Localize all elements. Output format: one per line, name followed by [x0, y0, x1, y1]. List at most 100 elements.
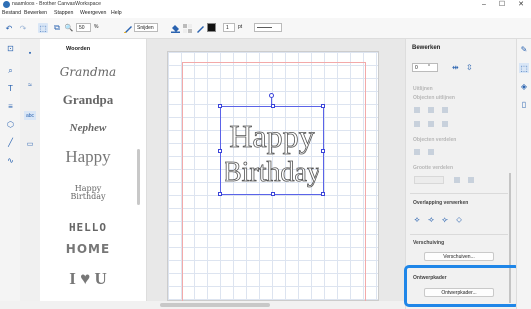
- category-panel: ▪ ≈ abc ▭: [20, 39, 40, 309]
- flip-horizontal-icon[interactable]: ⇹: [452, 63, 459, 72]
- subtract-icon[interactable]: ⟢: [426, 215, 436, 225]
- word-sample-hello[interactable]: HELLO: [42, 221, 134, 234]
- word-sample-happy-birthday[interactable]: Happy Birthday: [68, 185, 108, 201]
- align-left-icon: [414, 107, 420, 113]
- maximize-button[interactable]: ☐: [493, 0, 511, 9]
- category-frames-icon[interactable]: ▭: [24, 139, 36, 148]
- rotation-unit: °: [428, 64, 430, 70]
- flip-vertical-icon[interactable]: ⇳: [466, 63, 473, 72]
- transform-icon[interactable]: ⬚: [519, 63, 529, 73]
- text-tool-icon[interactable]: T: [6, 84, 15, 93]
- right-sidebar: ✎ ⬚ ◈ ▯: [516, 39, 531, 309]
- scan-icon[interactable]: ⌕: [6, 66, 15, 75]
- align-top-icon: [414, 121, 420, 127]
- zoom-input[interactable]: 50: [76, 23, 91, 32]
- section-grootte-verdelen: Grootte verdelen: [413, 165, 454, 171]
- layers-icon[interactable]: ◈: [519, 81, 529, 91]
- category-lines-icon[interactable]: ≈: [24, 81, 36, 90]
- menu-bestand[interactable]: Bestand: [2, 10, 21, 16]
- line-tool-icon[interactable]: ╱: [6, 138, 15, 147]
- align-right-icon: [442, 107, 448, 113]
- size-distribute-select: [414, 176, 444, 184]
- distribute-vertical-icon: [428, 149, 434, 155]
- window-title: naamloos - Brother CanvasWorkspace: [12, 1, 101, 7]
- select-tool-icon[interactable]: ⬚: [38, 23, 48, 33]
- copy-icon[interactable]: ⧉: [52, 23, 62, 33]
- select-mode-icon[interactable]: ⊡: [6, 44, 15, 53]
- rotation-input[interactable]: 0 °: [412, 63, 438, 72]
- stroke-width-input[interactable]: 1: [223, 23, 235, 32]
- happy-birthday-artwork: Happy Birthday: [225, 118, 319, 189]
- word-sample-happy[interactable]: Happy: [42, 147, 134, 167]
- left-toolbar: ⊡ ⌕ T ≡ ⬡ ╱ ∿: [0, 39, 21, 309]
- redo-icon[interactable]: ↷: [18, 23, 28, 33]
- word-sample-i-love-u[interactable]: I ♥ U: [42, 269, 134, 289]
- shape-tool-icon[interactable]: ⬡: [6, 120, 15, 129]
- close-button[interactable]: ✕: [512, 0, 530, 9]
- rotate-handle[interactable]: [269, 93, 274, 98]
- separator: [410, 193, 508, 194]
- canvas-hscroll-thumb[interactable]: [160, 303, 270, 307]
- title-bar: naamloos - Brother CanvasWorkspace – ☐ ✕: [0, 0, 531, 9]
- section-objecten-verdelen: Objecten verdelen: [413, 137, 457, 143]
- stroke-unit: pt: [238, 24, 243, 30]
- line-style-select[interactable]: [254, 23, 282, 32]
- toolbar: ↶ ↷ ⬚ ⧉ 🔍 50 % Snijden 1 pt: [0, 18, 531, 39]
- minimize-button[interactable]: –: [475, 0, 493, 9]
- pattern-icon[interactable]: [182, 23, 192, 33]
- resize-handle-n[interactable]: [271, 104, 275, 108]
- category-words-icon[interactable]: abc: [24, 111, 36, 120]
- resize-handle-s[interactable]: [271, 192, 275, 196]
- word-sample-nephew[interactable]: Nephew: [42, 122, 134, 134]
- resize-handle-se[interactable]: [321, 192, 325, 196]
- words-panel: Woorden Grandma Grandpa Nephew Happy Hap…: [40, 39, 147, 309]
- align-bottom-icon: [442, 121, 448, 127]
- canvas-hscrollbar[interactable]: [0, 301, 405, 309]
- section-uitlijnen: Uitlijnen: [413, 86, 433, 92]
- resize-handle-nw[interactable]: [218, 104, 222, 108]
- cutting-mat[interactable]: Happy Birthday: [167, 51, 379, 302]
- zoom-icon[interactable]: 🔍: [64, 23, 74, 33]
- fill-color-swatch[interactable]: [207, 23, 216, 32]
- edit-tool-icon[interactable]: ✎: [519, 44, 529, 54]
- line-color-icon[interactable]: [195, 23, 205, 33]
- edit-panel-title: Bewerken: [412, 45, 441, 51]
- section-overlapping: Overlapping verwerken: [413, 200, 469, 206]
- menu-help[interactable]: Help: [111, 10, 122, 16]
- word-sample-grandma[interactable]: Grandma: [42, 65, 134, 79]
- pattern-tool-icon[interactable]: ≡: [6, 102, 15, 111]
- word-sample-home[interactable]: HOME: [42, 242, 134, 256]
- app-icon: [3, 1, 10, 8]
- page-icon[interactable]: ▯: [519, 99, 529, 109]
- align-center-icon: [428, 107, 434, 113]
- size-height-icon: [468, 177, 474, 183]
- menu-bar: Bestand Bewerken Stappen Weergeven Help: [0, 9, 531, 18]
- menu-bewerken[interactable]: Bewerken: [24, 10, 47, 16]
- separator: [410, 234, 508, 235]
- words-panel-title: Woorden: [66, 46, 91, 52]
- pen-tool-icon[interactable]: [123, 23, 133, 33]
- weld-icon[interactable]: ⟡: [412, 215, 422, 225]
- resize-handle-e[interactable]: [321, 149, 325, 153]
- highlight-frame: [404, 265, 520, 307]
- offset-button[interactable]: Verschuiven...: [424, 252, 494, 261]
- fill-icon[interactable]: [170, 23, 180, 33]
- category-shapes-icon[interactable]: ▪: [24, 49, 36, 58]
- zoom-unit: %: [94, 24, 99, 30]
- words-scrollbar[interactable]: [137, 149, 140, 205]
- menu-stappen[interactable]: Stappen: [54, 10, 73, 16]
- menu-weergeven[interactable]: Weergeven: [80, 10, 106, 16]
- resize-handle-ne[interactable]: [321, 104, 325, 108]
- distribute-horizontal-icon: [414, 149, 420, 155]
- selected-object[interactable]: Happy Birthday: [218, 104, 325, 196]
- exclude-icon[interactable]: ⬦: [454, 215, 464, 225]
- curve-tool-icon[interactable]: ∿: [6, 156, 15, 165]
- undo-icon[interactable]: ↶: [4, 23, 14, 33]
- word-sample-grandpa[interactable]: Grandpa: [42, 92, 134, 108]
- intersect-icon[interactable]: ⟣: [440, 215, 450, 225]
- resize-handle-w[interactable]: [218, 149, 222, 153]
- resize-handle-sw[interactable]: [218, 192, 222, 196]
- tool-mode-select[interactable]: Snijden: [134, 23, 158, 32]
- align-middle-icon: [428, 121, 434, 127]
- rotation-value: 0: [415, 65, 418, 71]
